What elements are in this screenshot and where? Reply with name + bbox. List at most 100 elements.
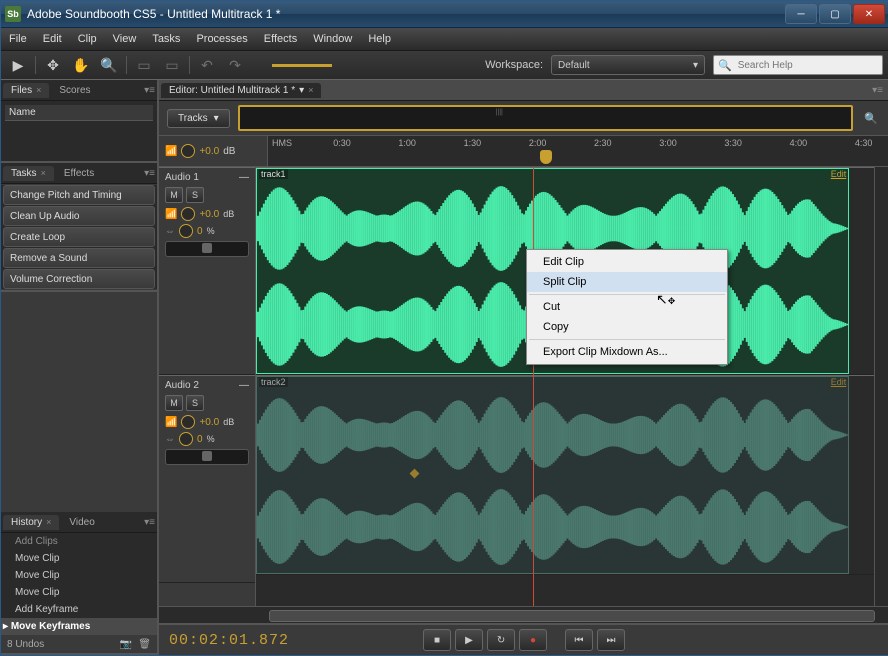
pan-knob[interactable] [179, 224, 193, 238]
menu-view[interactable]: View [113, 33, 137, 45]
playhead-marker[interactable] [540, 150, 552, 164]
panel-menu-icon[interactable]: ▾≡ [872, 85, 883, 96]
history-item[interactable]: Move Clip [1, 584, 157, 601]
search-help[interactable]: 🔍 [713, 55, 883, 75]
clip-edit-link[interactable]: Edit [831, 169, 847, 179]
menu-processes[interactable]: Processes [196, 33, 247, 45]
panel-menu-icon[interactable]: ▾≡ [144, 85, 155, 96]
close-icon[interactable]: × [308, 85, 313, 95]
timeline-overview[interactable]: |||| [238, 105, 853, 131]
scrollbar-vertical[interactable] [874, 167, 888, 606]
track-lane-2[interactable]: track2 Edit [256, 375, 874, 575]
snapshot-icon[interactable]: 📷 [120, 639, 132, 650]
menu-clip[interactable]: Clip [78, 33, 97, 45]
ctx-cut[interactable]: Cut [527, 297, 727, 317]
close-icon[interactable]: × [41, 168, 46, 178]
history-item-active[interactable]: Move Keyframes [1, 618, 157, 635]
tab-effects[interactable]: Effects [56, 166, 102, 181]
tool-move-icon[interactable]: ✥ [42, 55, 64, 75]
menu-help[interactable]: Help [368, 33, 391, 45]
chevron-down-icon: ▾ [693, 60, 698, 71]
history-item[interactable]: Add Keyframe [1, 601, 157, 618]
close-icon[interactable]: × [46, 517, 51, 527]
clip-edit-link[interactable]: Edit [831, 377, 847, 387]
history-item[interactable]: Add Clips [1, 533, 157, 550]
cursor-icon: ↖✥ [656, 291, 675, 308]
close-icon[interactable]: × [36, 85, 41, 95]
workspace-select[interactable]: Default▾ [551, 55, 705, 75]
close-button[interactable]: ✕ [853, 4, 885, 24]
time-ruler[interactable]: HMS 0:301:001:302:002:303:003:304:004:30 [267, 136, 888, 166]
chevron-down-icon[interactable]: ▾ [299, 85, 304, 96]
editor-tab[interactable]: Editor: Untitled Multitrack 1 * ▾ × [161, 83, 321, 98]
tool-disabled-4-icon: ↷ [224, 55, 246, 75]
titlebar: Sb Adobe Soundbooth CS5 - Untitled Multi… [1, 1, 888, 28]
clip-name: track1 [259, 169, 288, 179]
solo-button[interactable]: S [186, 187, 204, 203]
tab-history[interactable]: History× [3, 515, 59, 530]
task-change-pitch[interactable]: Change Pitch and Timing [3, 185, 155, 205]
menu-tasks[interactable]: Tasks [152, 33, 180, 45]
tab-video[interactable]: Video [61, 515, 102, 530]
tool-zoom-icon[interactable]: 🔍 [98, 55, 120, 75]
task-clean-up[interactable]: Clean Up Audio [3, 206, 155, 226]
loop-button[interactable]: ↻ [487, 629, 515, 651]
volume-knob[interactable] [181, 207, 195, 221]
menu-window[interactable]: Window [313, 33, 352, 45]
prev-button[interactable]: ⏮ [565, 629, 593, 651]
next-button[interactable]: ⏭ [597, 629, 625, 651]
play-button[interactable]: ▶ [455, 629, 483, 651]
timecode[interactable]: 00:02:01.872 [169, 632, 289, 649]
minimize-button[interactable]: ─ [785, 4, 817, 24]
menu-edit[interactable]: Edit [43, 33, 62, 45]
volume-knob[interactable] [181, 415, 195, 429]
panel-menu-icon[interactable]: ▾≡ [144, 168, 155, 179]
task-create-loop[interactable]: Create Loop [3, 227, 155, 247]
tab-files[interactable]: Files× [3, 83, 49, 98]
maximize-button[interactable]: ▢ [819, 4, 851, 24]
tool-disabled-3-icon: ↶ [196, 55, 218, 75]
playhead[interactable] [533, 167, 534, 606]
master-db[interactable]: +0.0 [199, 146, 219, 157]
panel-menu-icon[interactable]: ▾≡ [144, 517, 155, 528]
menu-file[interactable]: File [9, 33, 27, 45]
solo-button[interactable]: S [186, 395, 204, 411]
history-item[interactable]: Move Clip [1, 550, 157, 567]
tool-selection-icon[interactable]: ▶ [7, 55, 29, 75]
app-icon: Sb [5, 6, 21, 22]
ctx-split-clip[interactable]: Split Clip [527, 272, 727, 292]
stop-button[interactable]: ■ [423, 629, 451, 651]
history-item[interactable]: Move Clip [1, 567, 157, 584]
pan-slider[interactable] [165, 449, 249, 465]
ctx-edit-clip[interactable]: Edit Clip [527, 252, 727, 272]
collapse-icon[interactable]: — [239, 380, 249, 391]
task-volume-correction[interactable]: Volume Correction [3, 269, 155, 289]
task-remove-sound[interactable]: Remove a Sound [3, 248, 155, 268]
audio-clip-2[interactable]: track2 Edit [256, 376, 849, 574]
scrollbar-horizontal[interactable] [269, 609, 875, 621]
tab-tasks[interactable]: Tasks× [3, 166, 54, 181]
chevron-down-icon: ▾ [214, 113, 219, 124]
tool-hand-icon[interactable]: ✋ [70, 55, 92, 75]
record-button[interactable]: ● [519, 629, 547, 651]
ctx-export-mixdown[interactable]: Export Clip Mixdown As... [527, 342, 727, 362]
tab-scores[interactable]: Scores [51, 83, 98, 98]
tracks-dropdown[interactable]: Tracks▾ [167, 109, 230, 128]
master-volume-knob[interactable] [181, 144, 195, 158]
trash-icon[interactable]: 🗑 [138, 639, 151, 650]
collapse-icon[interactable]: — [239, 172, 249, 183]
undo-count: 8 Undos [7, 639, 44, 650]
ctx-copy[interactable]: Copy [527, 317, 727, 337]
mute-button[interactable]: M [165, 395, 183, 411]
zoom-icon[interactable]: 🔍 [861, 108, 881, 128]
search-input[interactable] [736, 59, 878, 72]
search-icon: 🔍 [718, 59, 732, 72]
mute-button[interactable]: M [165, 187, 183, 203]
menu-effects[interactable]: Effects [264, 33, 297, 45]
tool-disabled-1-icon: ▭ [133, 55, 155, 75]
workspace-label: Workspace: [485, 59, 543, 71]
pan-slider[interactable] [165, 241, 249, 257]
files-column-name[interactable]: Name [5, 105, 153, 121]
pan-knob[interactable] [179, 432, 193, 446]
scrollbar-horizontal[interactable] [1, 149, 157, 161]
